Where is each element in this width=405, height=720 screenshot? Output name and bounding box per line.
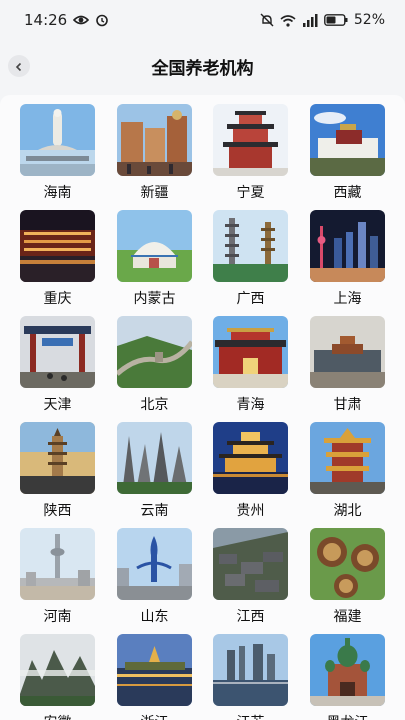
alarm-icon — [95, 13, 109, 27]
province-label: 江苏 — [213, 712, 288, 720]
huangshan-photo — [20, 634, 95, 706]
province-label: 宁夏 — [236, 185, 265, 201]
old-town-roofs-photo — [213, 528, 288, 600]
province-label: 上海 — [333, 291, 362, 307]
province-item[interactable]: 河南 — [20, 528, 95, 626]
province-item[interactable]: 福建 — [310, 528, 385, 626]
province-item[interactable]: 新疆 — [117, 104, 192, 202]
page-title: 全国养老机构 — [151, 58, 254, 79]
province-item[interactable]: 湖北 — [310, 422, 385, 520]
eye-icon — [73, 14, 90, 26]
province-label: 湖北 — [333, 503, 362, 519]
pudong-skyline-photo — [310, 210, 385, 282]
province-label: 青海 — [236, 397, 265, 413]
province-label: 浙江 — [117, 712, 192, 720]
province-label: 贵州 — [236, 503, 265, 519]
province-label: 天津 — [43, 397, 72, 413]
city-aerial-photo — [310, 316, 385, 388]
province-label: 福建 — [333, 609, 362, 625]
guanyin-statue-photo — [20, 104, 95, 176]
province-item[interactable]: 江西 — [213, 528, 288, 626]
tv-tower-photo — [20, 528, 95, 600]
province-item[interactable]: 安徽 — [20, 634, 95, 720]
st-sophia-cathedral-photo — [310, 634, 385, 706]
great-wall-photo — [117, 316, 192, 388]
province-item[interactable]: 广西 — [213, 210, 288, 308]
ancient-street-gate-photo — [20, 316, 95, 388]
wifi-icon — [280, 14, 296, 27]
lakeside-skyline-photo — [213, 634, 288, 706]
potala-palace-photo — [310, 104, 385, 176]
battery-level: 52% — [353, 12, 385, 28]
province-label: 北京 — [140, 397, 169, 413]
west-lake-night-photo — [117, 634, 192, 706]
bazaar-photo — [117, 104, 192, 176]
twin-pagodas-photo — [213, 210, 288, 282]
province-item[interactable]: 山东 — [117, 528, 192, 626]
status-bar: 14:26 52% — [0, 0, 405, 40]
province-label: 重庆 — [43, 291, 72, 307]
province-item[interactable]: 海南 — [20, 104, 95, 202]
province-item[interactable]: 甘肃 — [310, 316, 385, 414]
province-label: 云南 — [140, 503, 169, 519]
province-item[interactable]: 黑龙江 — [310, 634, 385, 720]
province-item[interactable]: 北京 — [117, 316, 192, 414]
province-item[interactable]: 天津 — [20, 316, 95, 414]
tulou-photo — [310, 528, 385, 600]
mute-icon — [260, 13, 274, 27]
signal-icon — [302, 13, 318, 27]
province-label: 广西 — [236, 291, 265, 307]
province-label: 西藏 — [333, 185, 362, 201]
chevron-left-icon — [14, 57, 24, 76]
yurt-grassland-photo — [117, 210, 192, 282]
province-item[interactable]: 重庆 — [20, 210, 95, 308]
province-item[interactable]: 贵州 — [213, 422, 288, 520]
province-item[interactable]: 浙江 — [117, 634, 192, 720]
province-item[interactable]: 青海 — [213, 316, 288, 414]
big-wild-goose-pagoda-photo — [20, 422, 95, 494]
province-item[interactable]: 西藏 — [310, 104, 385, 202]
province-item[interactable]: 上海 — [310, 210, 385, 308]
province-label: 新疆 — [140, 185, 169, 201]
province-label: 山东 — [140, 609, 169, 625]
status-left: 14:26 — [24, 11, 109, 29]
battery-icon — [323, 14, 348, 26]
province-label: 江西 — [236, 609, 265, 625]
yellow-crane-tower-photo — [310, 422, 385, 494]
province-label: 安徽 — [20, 712, 95, 720]
header: 全国养老机构 — [0, 44, 405, 88]
province-label: 黑龙江 — [310, 712, 385, 720]
province-grid: 海南 新疆 宁夏 西藏重庆 内蒙古 广西 上海天津 北京 青海 甘肃陕西 云南 贵州 湖北河南 山东 江西 福… — [0, 95, 405, 720]
fountain-sculpture-photo — [117, 528, 192, 600]
province-label: 陕西 — [43, 503, 72, 519]
status-time: 14:26 — [24, 11, 68, 29]
province-label: 河南 — [43, 609, 72, 625]
province-item[interactable]: 陕西 — [20, 422, 95, 520]
lit-pavilion-photo — [213, 422, 288, 494]
province-item[interactable]: 云南 — [117, 422, 192, 520]
stone-forest-photo — [117, 422, 192, 494]
pagoda-tower-photo — [213, 104, 288, 176]
province-label: 内蒙古 — [133, 291, 176, 307]
province-label: 海南 — [43, 185, 72, 201]
temple-hall-photo — [213, 316, 288, 388]
province-item[interactable]: 宁夏 — [213, 104, 288, 202]
night-riverside-photo — [20, 210, 95, 282]
province-label: 甘肃 — [333, 397, 362, 413]
status-right: 52% — [260, 12, 385, 28]
province-item[interactable]: 江苏 — [213, 634, 288, 720]
province-item[interactable]: 内蒙古 — [117, 210, 192, 308]
back-button[interactable] — [8, 55, 30, 77]
